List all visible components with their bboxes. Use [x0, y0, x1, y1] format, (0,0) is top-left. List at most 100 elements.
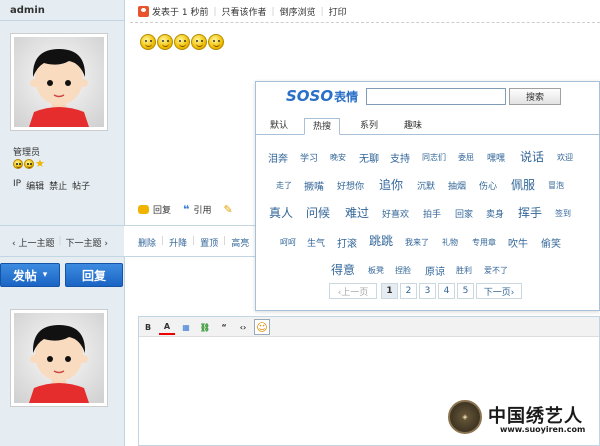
quote-icon[interactable]: “: [216, 319, 232, 335]
hotword[interactable]: 生气: [307, 236, 325, 249]
mod-highlight[interactable]: 高亮: [231, 236, 249, 249]
hotword[interactable]: 胜利: [456, 265, 472, 276]
hotword[interactable]: 拍手: [423, 207, 441, 220]
emoji-page-5[interactable]: 5: [457, 283, 474, 299]
user-action-posts[interactable]: 帖子: [72, 179, 90, 192]
hotword[interactable]: 板凳: [368, 265, 384, 276]
hotword[interactable]: 抽烟: [448, 179, 466, 192]
new-post-button[interactable]: 发帖 ▾: [0, 263, 60, 287]
user-action-ban[interactable]: 禁止: [49, 179, 67, 192]
hotword[interactable]: 无聊: [359, 150, 379, 165]
hotword[interactable]: 回家: [455, 207, 473, 220]
print-link[interactable]: 打印: [329, 5, 347, 18]
hotword[interactable]: 追你: [379, 176, 403, 193]
pencil-icon[interactable]: ✎: [224, 203, 233, 216]
hotword[interactable]: 伤心: [479, 179, 497, 192]
reply-button[interactable]: 回复: [65, 263, 123, 287]
smiley-icon: [157, 34, 173, 50]
image-icon[interactable]: ▦: [178, 319, 194, 335]
emoji-prev-page[interactable]: ‹上一页: [329, 283, 377, 299]
emoji-page-3[interactable]: 3: [419, 283, 436, 299]
hotword[interactable]: 礼物: [442, 237, 458, 248]
watermark-url: www.suoyiren.com: [500, 425, 586, 434]
hotword[interactable]: 得意: [331, 261, 355, 278]
hotword[interactable]: 卖身: [486, 207, 504, 220]
avatar[interactable]: [10, 309, 108, 407]
hotword[interactable]: 捏脸: [395, 265, 411, 276]
hotword[interactable]: 走了: [276, 180, 292, 191]
emoji-page-2[interactable]: 2: [400, 283, 417, 299]
tab-series[interactable]: 系列: [352, 118, 386, 135]
reply-icon: [138, 205, 149, 214]
hotword[interactable]: 好想你: [337, 179, 364, 192]
mod-bump[interactable]: 升降: [169, 236, 187, 249]
tab-fun[interactable]: 趣味: [396, 118, 430, 135]
hotword[interactable]: 撅嘴: [304, 178, 324, 193]
hotword[interactable]: 佩服: [511, 176, 535, 193]
hotword[interactable]: 真人: [269, 204, 293, 221]
link-icon[interactable]: ⛓: [197, 319, 213, 335]
hotword[interactable]: 问候: [306, 204, 330, 221]
reverse-order-link[interactable]: 倒序浏览: [280, 5, 316, 18]
thread-nav: ‹ 上一主题 | 下一主题 ›: [12, 236, 108, 249]
emoji-search-button[interactable]: 搜索: [509, 88, 561, 105]
hotword[interactable]: 同志们: [422, 152, 446, 163]
column-divider: [124, 0, 125, 446]
user-action-ip[interactable]: IP: [13, 179, 21, 192]
hotword[interactable]: 晚安: [330, 152, 346, 163]
soso-logo-suffix: 表情: [334, 90, 359, 104]
hotword[interactable]: 挥手: [518, 204, 542, 221]
smiley-icon: [208, 34, 224, 50]
tab-default[interactable]: 默认: [262, 118, 296, 135]
user-actions: IP 编辑 禁止 帖子: [13, 179, 90, 192]
hotword[interactable]: 吹牛: [508, 235, 528, 250]
author-name[interactable]: admin: [10, 5, 45, 16]
soso-logo-text: SOSO: [286, 87, 334, 105]
hotword[interactable]: 难过: [345, 204, 369, 221]
hotword[interactable]: 签到: [555, 208, 571, 219]
mod-delete[interactable]: 删除: [138, 236, 156, 249]
hotword[interactable]: 好喜欢: [382, 207, 409, 220]
hotword[interactable]: 偷笑: [541, 235, 561, 250]
watermark-seal-icon: ◈: [448, 400, 482, 434]
post-toolbar: 发表于 1 秒前 | 只看该作者 | 倒序浏览 | 打印: [138, 5, 347, 18]
next-thread-link[interactable]: 下一主题 ›: [66, 236, 108, 249]
only-author-link[interactable]: 只看该作者: [222, 5, 267, 18]
hotword[interactable]: 我来了: [405, 237, 429, 248]
hotword[interactable]: 爱不了: [484, 265, 508, 276]
emoji-search-input[interactable]: [366, 88, 506, 105]
quote-link[interactable]: 引用: [193, 203, 211, 216]
hotword[interactable]: 原谅: [425, 263, 445, 278]
emoji-page-1[interactable]: 1: [381, 283, 398, 299]
smiley-icon: [13, 159, 23, 169]
hotword[interactable]: 打滚: [337, 235, 357, 250]
hotword[interactable]: 委屈: [458, 152, 474, 163]
hotword[interactable]: 冒泡: [548, 180, 564, 191]
hotword[interactable]: 跳跳: [369, 232, 393, 249]
hotword[interactable]: 泪奔: [268, 150, 288, 165]
smiley-icon: [140, 34, 156, 50]
tab-hot[interactable]: 热搜: [304, 118, 341, 135]
mod-sticky[interactable]: 置顶: [200, 236, 218, 249]
user-action-edit[interactable]: 编辑: [26, 179, 44, 192]
reply-link[interactable]: 回复: [153, 203, 171, 216]
post-time: 发表于 1 秒前: [152, 8, 209, 18]
hotword[interactable]: 呵呵: [280, 237, 296, 248]
quote-icon: ❝: [183, 203, 190, 216]
font-color-icon[interactable]: A: [159, 319, 175, 335]
emoji-icon[interactable]: ☺: [254, 319, 270, 335]
hotword[interactable]: 欢迎: [557, 152, 573, 163]
hotword[interactable]: 嘿嘿: [487, 151, 505, 164]
bold-icon[interactable]: B: [140, 319, 156, 335]
hotword[interactable]: 说话: [520, 148, 544, 165]
code-icon[interactable]: ‹›: [235, 319, 251, 335]
emoji-page-4[interactable]: 4: [438, 283, 455, 299]
hotword[interactable]: 专用章: [472, 237, 496, 248]
hotword[interactable]: 沉默: [417, 179, 435, 192]
hotword[interactable]: 学习: [300, 151, 318, 164]
smiley-icon: [24, 159, 34, 169]
prev-thread-link[interactable]: ‹ 上一主题: [12, 236, 54, 249]
avatar[interactable]: [10, 33, 108, 131]
emoji-next-page[interactable]: 下一页›: [476, 283, 522, 299]
hotword[interactable]: 支持: [390, 150, 410, 165]
